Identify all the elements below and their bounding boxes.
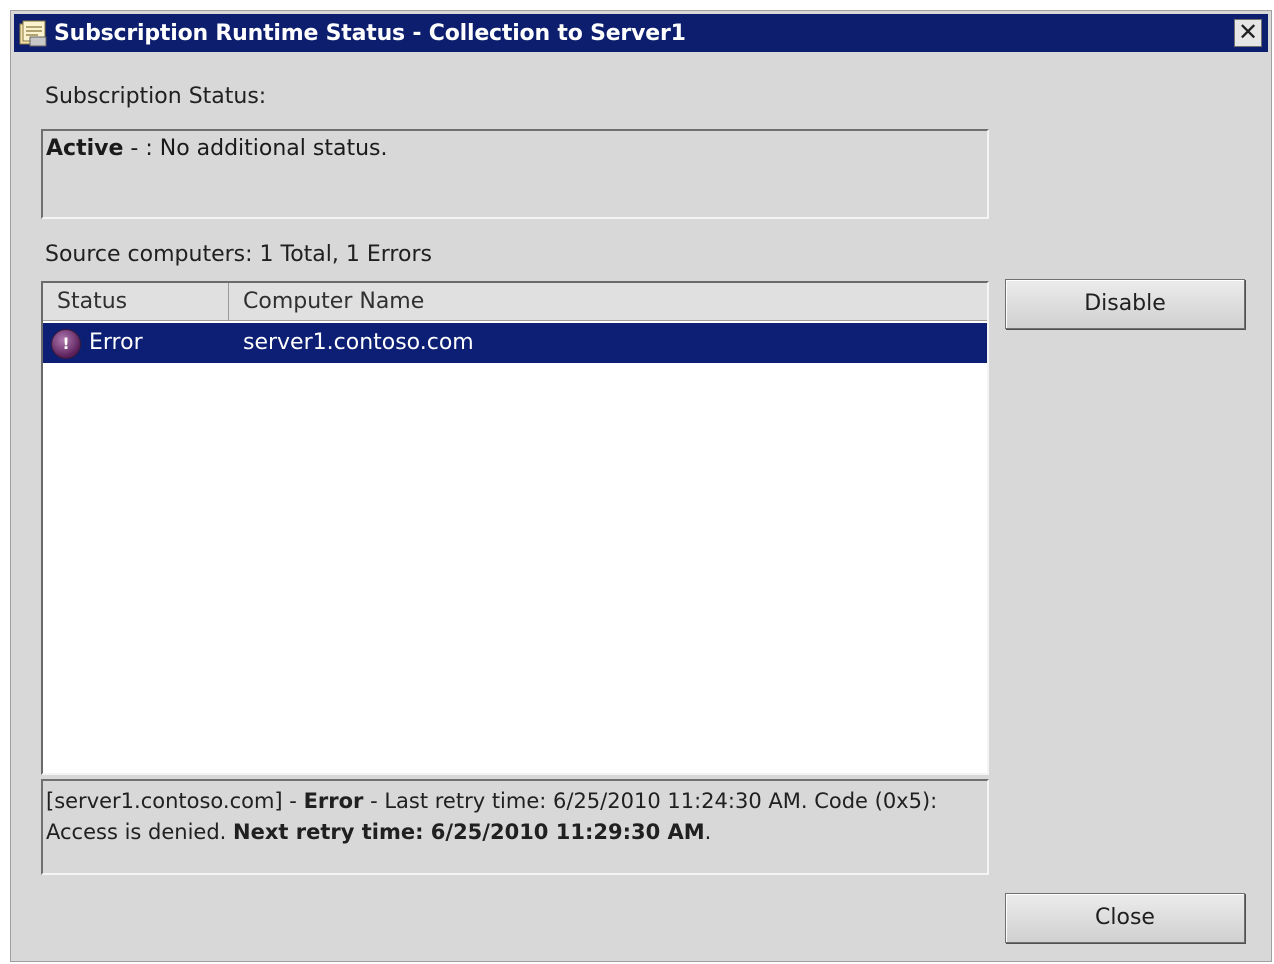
error-icon: !: [51, 329, 81, 359]
table-row[interactable]: ! Error server1.contoso.com: [43, 323, 987, 363]
disable-button[interactable]: Disable: [1005, 279, 1245, 329]
subscription-status-message: No additional status.: [159, 136, 388, 161]
detail-suffix: .: [704, 820, 712, 844]
row-computer-name: server1.contoso.com: [243, 330, 474, 355]
detail-prefix: [server1.contoso.com] -: [46, 789, 304, 813]
subscription-state: Active: [46, 136, 124, 161]
title-bar[interactable]: Subscription Runtime Status - Collection…: [14, 14, 1268, 52]
close-icon[interactable]: ✕: [1234, 19, 1262, 47]
list-header: Status Computer Name: [43, 283, 987, 321]
subscription-status-box: Active - : No additional status.: [41, 129, 989, 219]
subscription-runtime-status-dialog: Subscription Runtime Status - Collection…: [10, 10, 1272, 962]
event-viewer-icon: [18, 19, 48, 47]
subscription-status-label: Subscription Status:: [45, 84, 267, 109]
column-header-status[interactable]: Status: [43, 283, 229, 321]
close-button[interactable]: Close: [1005, 893, 1245, 943]
status-separator: - :: [123, 136, 160, 161]
detail-next-retry: Next retry time: 6/25/2010 11:29:30 AM: [233, 820, 705, 844]
window-title: Subscription Runtime Status - Collection…: [54, 21, 686, 46]
source-computers-summary: Source computers: 1 Total, 1 Errors: [45, 242, 432, 267]
row-status: Error: [89, 330, 143, 355]
column-header-computer-name[interactable]: Computer Name: [229, 283, 985, 321]
detail-status: Error: [303, 789, 364, 813]
source-computers-list[interactable]: Status Computer Name ! Error server1.con…: [41, 281, 989, 775]
detail-status-box: [server1.contoso.com] - Error - Last ret…: [41, 779, 989, 875]
